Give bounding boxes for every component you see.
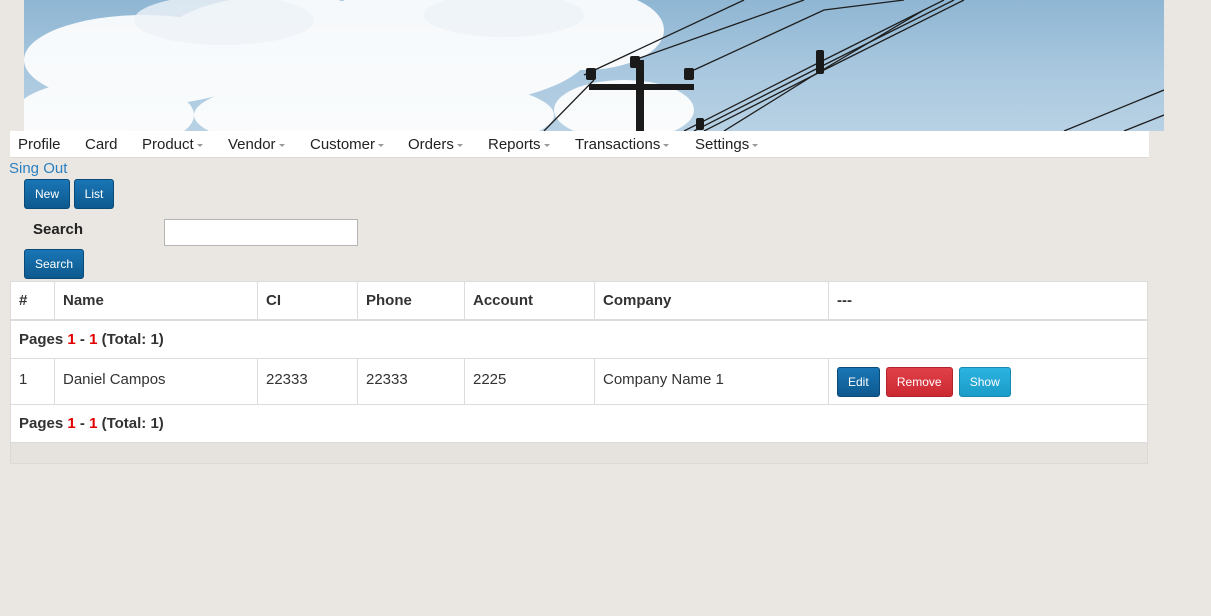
cell-account: 2225 xyxy=(464,358,595,405)
pagination-separator: - xyxy=(79,415,85,432)
nav-item-orders[interactable]: Orders xyxy=(408,136,463,153)
results-table-panel: # Name CI Phone Account Company --- Page… xyxy=(10,281,1148,464)
nav-item-label: Customer xyxy=(310,136,376,153)
caret-down-icon xyxy=(278,143,285,147)
results-table: # Name CI Phone Account Company --- Page… xyxy=(10,281,1148,443)
nav-item-label: Orders xyxy=(408,136,454,153)
nav-item-transactions[interactable]: Transactions xyxy=(575,136,670,153)
sign-out-link[interactable]: Sing Out xyxy=(9,160,67,177)
search-input[interactable] xyxy=(164,219,358,246)
pagination-row-top: Pages 1 - 1 (Total: 1) xyxy=(10,319,1148,359)
nav-item-label: Card xyxy=(85,136,118,153)
list-button[interactable]: List xyxy=(74,179,114,209)
pagination-separator: - xyxy=(79,331,85,348)
edit-button[interactable]: Edit xyxy=(837,367,880,397)
header-banner-image xyxy=(24,0,1164,131)
nav-item-label: Transactions xyxy=(575,136,661,153)
nav-item-card[interactable]: Card xyxy=(85,136,118,153)
column-header-name: Name xyxy=(54,281,258,321)
cell-ci: 22333 xyxy=(257,358,358,405)
table-header-row: # Name CI Phone Account Company --- xyxy=(10,281,1148,321)
column-header-account: Account xyxy=(464,281,595,321)
pagination-row-bottom: Pages 1 - 1 (Total: 1) xyxy=(10,404,1148,443)
caret-down-icon xyxy=(543,143,550,147)
column-header-company: Company xyxy=(594,281,829,321)
nav-item-label: Vendor xyxy=(228,136,276,153)
nav-item-product[interactable]: Product xyxy=(142,136,203,153)
nav-item-label: Reports xyxy=(488,136,541,153)
nav-item-reports[interactable]: Reports xyxy=(488,136,550,153)
nav-item-settings[interactable]: Settings xyxy=(695,136,759,153)
pagination-prefix: Pages xyxy=(19,331,64,348)
column-header-number: # xyxy=(10,281,55,321)
nav-item-label: Profile xyxy=(18,136,61,153)
cell-number: 1 xyxy=(10,358,55,405)
table-row: 1 Daniel Campos 22333 22333 2225 Company… xyxy=(10,358,1148,405)
cell-company: Company Name 1 xyxy=(594,358,829,405)
pagination-info: Pages 1 - 1 (Total: 1) xyxy=(10,404,1148,443)
pagination-from[interactable]: 1 xyxy=(67,415,75,432)
pagination-to[interactable]: 1 xyxy=(89,415,97,432)
nav-item-label: Product xyxy=(142,136,194,153)
nav-item-profile[interactable]: Profile xyxy=(18,136,61,153)
nav-item-label: Settings xyxy=(695,136,750,153)
main-navbar: Profile Card Product Vendor Customer Ord… xyxy=(10,131,1149,158)
remove-button[interactable]: Remove xyxy=(885,367,953,397)
search-button[interactable]: Search xyxy=(24,249,84,279)
search-label: Search xyxy=(33,221,84,238)
pagination-to[interactable]: 1 xyxy=(89,331,97,348)
column-header-actions: --- xyxy=(828,281,1148,321)
nav-item-vendor[interactable]: Vendor xyxy=(228,136,285,153)
pagination-info: Pages 1 - 1 (Total: 1) xyxy=(10,319,1148,359)
cell-actions: Edit Remove Show xyxy=(828,358,1148,405)
caret-down-icon xyxy=(663,143,670,147)
cell-name: Daniel Campos xyxy=(54,358,258,405)
caret-down-icon xyxy=(196,143,203,147)
pagination-total: (Total: 1) xyxy=(101,331,164,348)
column-header-phone: Phone xyxy=(357,281,465,321)
column-header-ci: CI xyxy=(257,281,358,321)
pagination-prefix: Pages xyxy=(19,415,64,432)
new-button[interactable]: New xyxy=(24,179,70,209)
pagination-from[interactable]: 1 xyxy=(67,331,75,348)
pagination-total: (Total: 1) xyxy=(101,415,164,432)
caret-down-icon xyxy=(378,143,385,147)
cell-phone: 22333 xyxy=(357,358,465,405)
caret-down-icon xyxy=(456,143,463,147)
caret-down-icon xyxy=(752,143,759,147)
nav-item-customer[interactable]: Customer xyxy=(310,136,385,153)
show-button[interactable]: Show xyxy=(958,367,1011,397)
